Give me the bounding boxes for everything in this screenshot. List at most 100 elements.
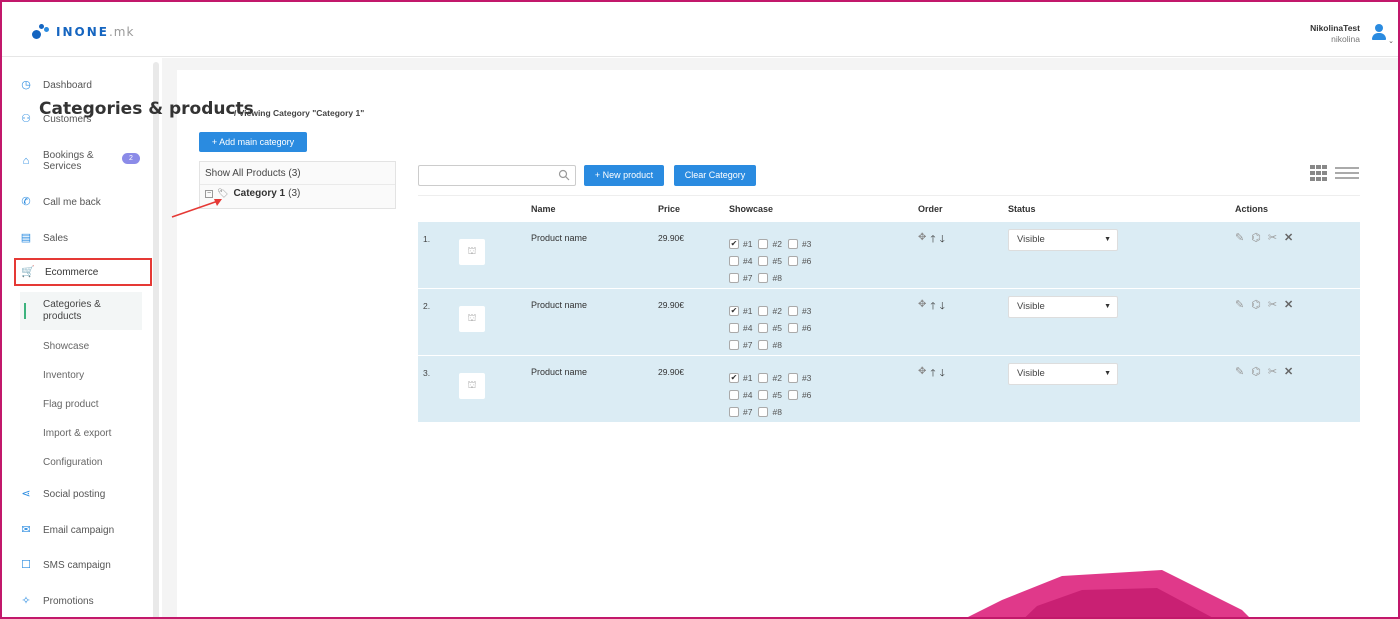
move-up-icon[interactable]: 🡑 bbox=[930, 232, 935, 249]
checkbox[interactable]: ✔ bbox=[729, 372, 739, 383]
move-down-icon[interactable]: 🡓 bbox=[940, 299, 945, 316]
showcase-option[interactable]: #7 bbox=[729, 272, 752, 283]
subnav-categories-products[interactable]: Categories & products bbox=[20, 292, 142, 330]
showcase-option[interactable]: #4 bbox=[729, 389, 752, 400]
status-select[interactable]: Visible ▼ bbox=[1008, 363, 1118, 385]
add-main-category-button[interactable]: + Add main category bbox=[199, 132, 307, 152]
edit-icon[interactable]: ✎ bbox=[1235, 298, 1244, 311]
status-select[interactable]: Visible ▼ bbox=[1008, 229, 1118, 251]
checkbox[interactable] bbox=[758, 372, 769, 383]
checkbox[interactable] bbox=[758, 272, 769, 283]
subnav-import-export[interactable]: Import & export bbox=[20, 427, 142, 441]
subnav-inventory[interactable]: Inventory bbox=[20, 369, 142, 383]
col-header-name[interactable]: Name bbox=[531, 204, 556, 214]
checkbox[interactable] bbox=[758, 255, 769, 266]
clear-category-button[interactable]: Clear Category bbox=[674, 165, 756, 186]
checkbox[interactable]: ✔ bbox=[729, 238, 739, 249]
showcase-option[interactable]: #7 bbox=[729, 339, 752, 350]
status-select[interactable]: Visible ▼ bbox=[1008, 296, 1118, 318]
product-image-icon[interactable]: ⛫ bbox=[459, 239, 485, 265]
showcase-option[interactable]: #6 bbox=[787, 322, 811, 333]
product-search-input[interactable] bbox=[418, 165, 576, 186]
user-info[interactable]: NikolinaTest nikolina bbox=[1310, 23, 1360, 45]
checkbox[interactable] bbox=[787, 238, 798, 249]
checkbox[interactable] bbox=[758, 406, 769, 417]
product-name[interactable]: Product name bbox=[531, 367, 587, 377]
tag-icon[interactable]: ⌬ bbox=[1251, 298, 1261, 311]
col-header-price[interactable]: Price bbox=[658, 204, 680, 214]
showcase-option[interactable]: #5 bbox=[758, 322, 782, 333]
showcase-option[interactable]: #2 bbox=[758, 372, 782, 383]
sidebar-item-call-me-back[interactable]: ✆ Call me back bbox=[2, 187, 152, 217]
move-up-icon[interactable]: 🡑 bbox=[930, 366, 935, 383]
edit-icon[interactable]: ✎ bbox=[1235, 365, 1244, 378]
grid-view-icon[interactable] bbox=[1310, 165, 1328, 183]
showcase-option[interactable]: #5 bbox=[758, 255, 782, 266]
sidebar-item-social-posting[interactable]: ⋖ Social posting bbox=[2, 479, 152, 509]
edit-icon[interactable]: ✎ bbox=[1235, 231, 1244, 244]
move-down-icon[interactable]: 🡓 bbox=[940, 366, 945, 383]
product-image-icon[interactable]: ⛫ bbox=[459, 373, 485, 399]
showcase-option[interactable]: #8 bbox=[758, 339, 782, 350]
checkbox[interactable] bbox=[758, 339, 769, 350]
showcase-option[interactable]: #6 bbox=[787, 255, 811, 266]
sidebar-item-sales[interactable]: ▤ Sales bbox=[2, 223, 152, 253]
delete-icon[interactable]: ✕ bbox=[1284, 231, 1293, 244]
cut-icon[interactable]: ✂ bbox=[1268, 298, 1277, 311]
user-avatar-icon[interactable]: ⌄ bbox=[1370, 24, 1394, 45]
table-row[interactable]: 3. ⛫ Product name 29.90€ ✔ #1 #2 #3 #4 #5 #6 #7 #8 ✥ 🡑… bbox=[418, 356, 1360, 423]
sidebar-item-email-campaign[interactable]: ✉ Email campaign bbox=[2, 515, 152, 545]
drag-handle-icon[interactable]: ✥ bbox=[918, 366, 926, 383]
checkbox[interactable] bbox=[787, 372, 798, 383]
checkbox[interactable] bbox=[787, 322, 798, 333]
checkbox[interactable]: ✔ bbox=[729, 305, 739, 316]
delete-icon[interactable]: ✕ bbox=[1284, 298, 1293, 311]
show-all-products-link[interactable]: Show All Products (3) bbox=[205, 168, 301, 179]
showcase-option[interactable]: #3 bbox=[787, 372, 811, 383]
checkbox[interactable] bbox=[787, 389, 798, 400]
new-product-button[interactable]: + New product bbox=[584, 165, 664, 186]
product-name[interactable]: Product name bbox=[531, 233, 587, 243]
checkbox[interactable] bbox=[729, 339, 739, 350]
subnav-showcase[interactable]: Showcase bbox=[20, 340, 142, 354]
cut-icon[interactable]: ✂ bbox=[1268, 365, 1277, 378]
showcase-option[interactable]: #2 bbox=[758, 238, 782, 249]
showcase-option[interactable]: #3 bbox=[787, 305, 811, 316]
sidebar-item-promotions[interactable]: ✧ Promotions bbox=[2, 586, 152, 616]
move-up-icon[interactable]: 🡑 bbox=[930, 299, 935, 316]
checkbox[interactable] bbox=[729, 389, 739, 400]
move-down-icon[interactable]: 🡓 bbox=[940, 232, 945, 249]
product-name[interactable]: Product name bbox=[531, 300, 587, 310]
delete-icon[interactable]: ✕ bbox=[1284, 365, 1293, 378]
search-icon[interactable] bbox=[558, 169, 570, 181]
sidebar-item-sms-campaign[interactable]: ☐ SMS campaign bbox=[2, 550, 152, 580]
showcase-option[interactable]: #2 bbox=[758, 305, 782, 316]
product-image-icon[interactable]: ⛫ bbox=[459, 306, 485, 332]
sidebar-item-dashboard[interactable]: ◷ Dashboard bbox=[2, 70, 152, 100]
showcase-option[interactable]: #4 bbox=[729, 322, 752, 333]
sidebar-item-ecommerce[interactable]: 🛒 Ecommerce bbox=[14, 258, 152, 286]
table-row[interactable]: 1. ⛫ Product name 29.90€ ✔ #1 #2 #3 #4 #5 #6 #7 #8 ✥ 🡑… bbox=[418, 222, 1360, 289]
showcase-option[interactable]: #6 bbox=[787, 389, 811, 400]
checkbox[interactable] bbox=[729, 406, 739, 417]
brand-logo[interactable]: INONE.mk bbox=[32, 24, 134, 40]
showcase-option[interactable]: #5 bbox=[758, 389, 782, 400]
table-row[interactable]: 2. ⛫ Product name 29.90€ ✔ #1 #2 #3 #4 #5 #6 #7 #8 ✥ 🡑… bbox=[418, 289, 1360, 356]
tag-icon[interactable]: ⌬ bbox=[1251, 365, 1261, 378]
checkbox[interactable] bbox=[758, 305, 769, 316]
showcase-option[interactable]: ✔ #1 bbox=[729, 305, 752, 316]
search-text-field[interactable] bbox=[423, 167, 553, 185]
showcase-option[interactable]: #8 bbox=[758, 406, 782, 417]
checkbox[interactable] bbox=[787, 255, 798, 266]
showcase-option[interactable]: #7 bbox=[729, 406, 752, 417]
checkbox[interactable] bbox=[758, 322, 769, 333]
showcase-option[interactable]: #4 bbox=[729, 255, 752, 266]
checkbox[interactable] bbox=[729, 322, 739, 333]
subnav-flag-product[interactable]: Flag product bbox=[20, 398, 142, 412]
checkbox[interactable] bbox=[787, 305, 798, 316]
checkbox[interactable] bbox=[758, 389, 769, 400]
sidebar-scrollbar[interactable] bbox=[153, 62, 159, 617]
list-view-icon[interactable] bbox=[1335, 166, 1359, 182]
showcase-option[interactable]: #8 bbox=[758, 272, 782, 283]
showcase-option[interactable]: #3 bbox=[787, 238, 811, 249]
